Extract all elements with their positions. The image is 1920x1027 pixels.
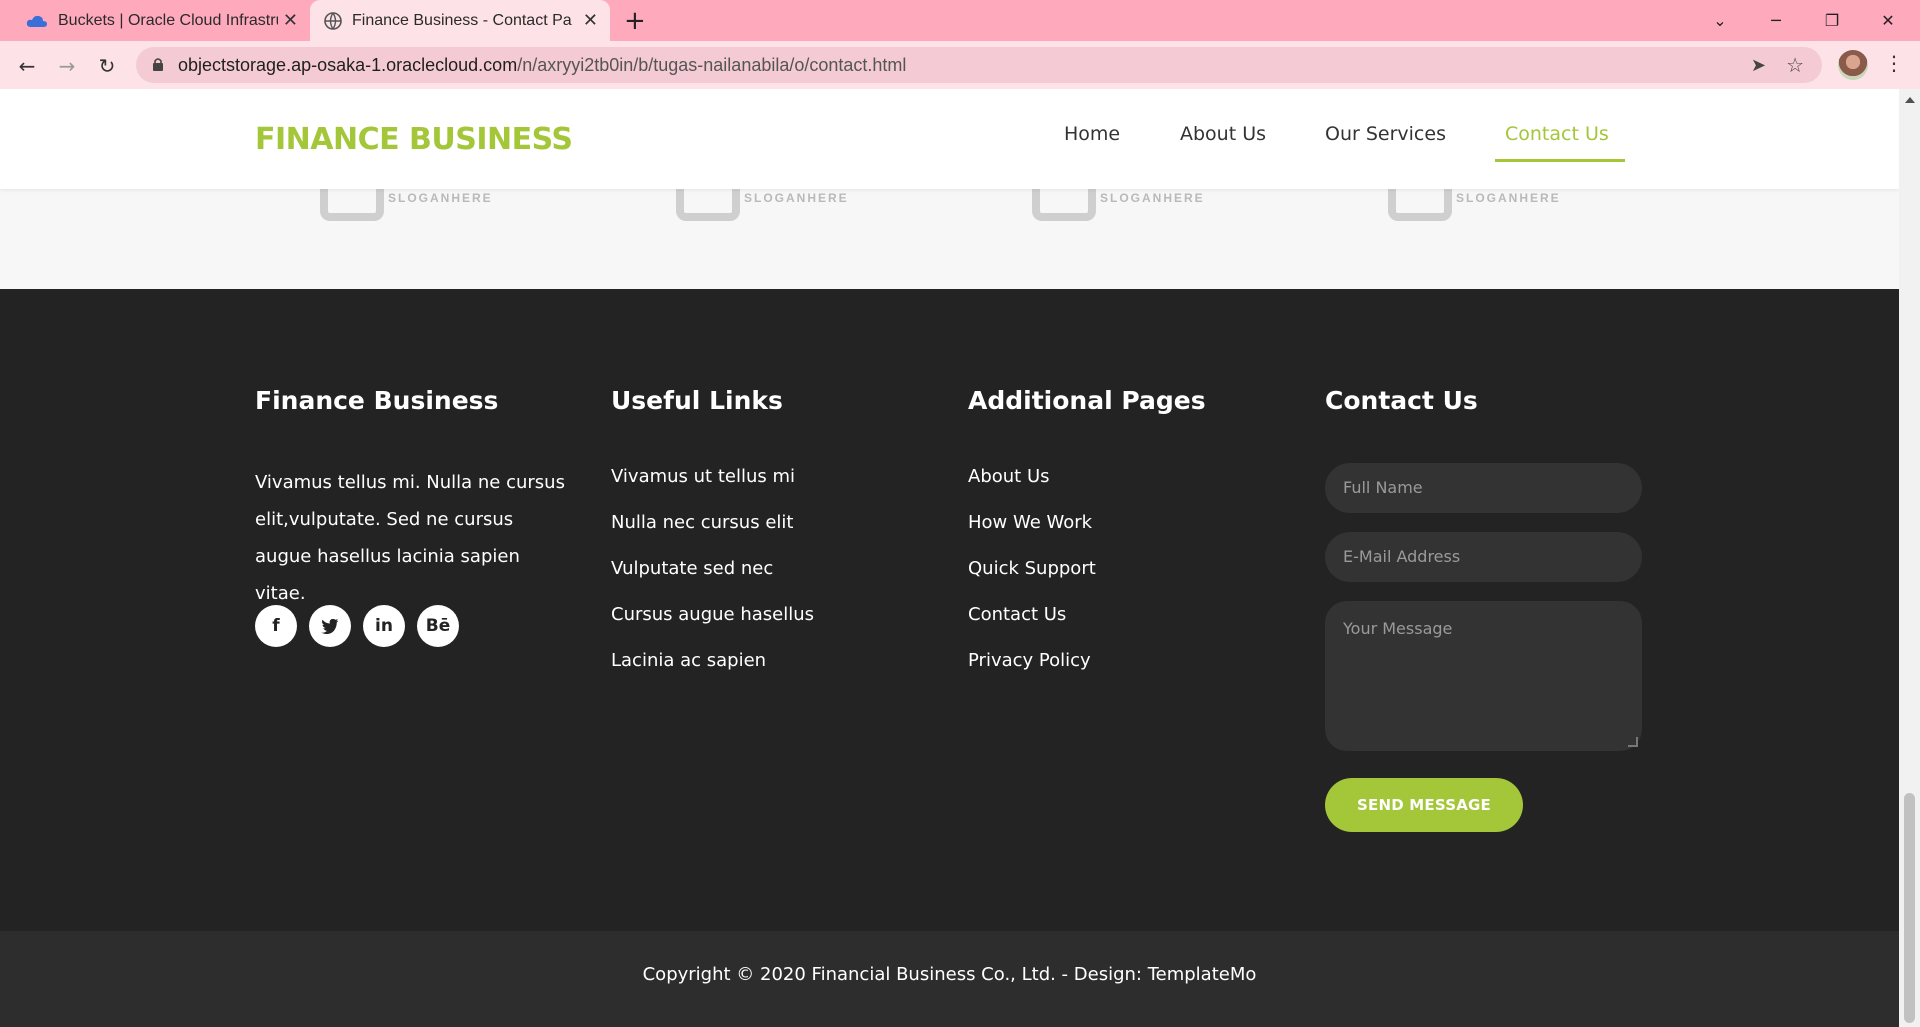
- send-message-button[interactable]: SEND MESSAGE: [1325, 778, 1523, 832]
- tab-search-icon[interactable]: ⌄: [1692, 0, 1748, 41]
- page-viewport: SLOGANHERE SLOGANHERE SLOGANHERE SLOGANH…: [0, 89, 1899, 1027]
- tab-title: Finance Business - Contact Page: [352, 11, 572, 29]
- nav-contact-us[interactable]: Contact Us: [1505, 123, 1609, 145]
- cloud-icon: [26, 15, 47, 27]
- copyright-text: Copyright © 2020 Financial Business Co.,…: [642, 964, 1257, 985]
- footer-link[interactable]: Cursus augue hasellus: [611, 592, 814, 638]
- resize-handle-icon[interactable]: [1628, 737, 1638, 747]
- message-placeholder: Your Message: [1343, 619, 1453, 638]
- linkedin-icon[interactable]: in: [363, 605, 405, 647]
- browser-tab-contact[interactable]: Finance Business - Contact Page ✕: [310, 0, 610, 41]
- bookmark-star-icon[interactable]: ☆: [1786, 53, 1804, 77]
- footer-link[interactable]: Vivamus ut tellus mi: [611, 454, 814, 500]
- footer-link[interactable]: How We Work: [968, 500, 1096, 546]
- new-tab-icon[interactable]: +: [624, 6, 646, 36]
- minimize-icon[interactable]: ─: [1748, 0, 1804, 41]
- footer-link[interactable]: Quick Support: [968, 546, 1096, 592]
- url-text: objectstorage.ap-osaka-1.oraclecloud.com…: [178, 55, 906, 76]
- footer-link[interactable]: Lacinia ac sapien: [611, 638, 814, 684]
- facebook-icon[interactable]: f: [255, 605, 297, 647]
- partner-slogan: SLOGANHERE: [388, 191, 493, 205]
- nav-about-us[interactable]: About Us: [1180, 123, 1266, 145]
- partner-slogan: SLOGANHERE: [1456, 191, 1561, 205]
- footer-about-text: Vivamus tellus mi. Nulla ne cursus elit,…: [255, 472, 565, 604]
- profile-avatar[interactable]: [1838, 50, 1868, 80]
- tab-title: Buckets | Oracle Cloud Infrastruct: [58, 11, 278, 29]
- address-bar[interactable]: objectstorage.ap-osaka-1.oraclecloud.com…: [136, 47, 1822, 83]
- site-logo[interactable]: FINANCE BUSINESS: [255, 122, 573, 157]
- footer-link[interactable]: About Us: [968, 454, 1096, 500]
- footer-link[interactable]: Vulputate sed nec: [611, 546, 814, 592]
- back-icon[interactable]: ←: [12, 51, 42, 81]
- close-icon[interactable]: ✕: [583, 10, 598, 31]
- url-path: /n/axryyi2tb0in/b/tugas-nailanabila/o/co…: [517, 55, 907, 75]
- footer-contact-title: Contact Us: [1325, 386, 1478, 415]
- close-icon[interactable]: ✕: [283, 10, 298, 31]
- scrollbar-thumb[interactable]: [1904, 793, 1915, 1023]
- window-close-icon[interactable]: ✕: [1860, 0, 1916, 41]
- send-icon[interactable]: ➤: [1751, 55, 1766, 76]
- url-host: objectstorage.ap-osaka-1.oraclecloud.com: [178, 55, 518, 75]
- forward-icon[interactable]: →: [52, 51, 82, 81]
- message-textarea[interactable]: Your Message: [1325, 601, 1642, 751]
- footer-additional-pages-title: Additional Pages: [968, 386, 1206, 415]
- lock-icon: [153, 58, 163, 71]
- behance-icon[interactable]: Bē: [417, 605, 459, 647]
- useful-links-list: Vivamus ut tellus mi Nulla nec cursus el…: [611, 454, 814, 684]
- scroll-up-icon[interactable]: [1905, 97, 1915, 103]
- partner-slogan: SLOGANHERE: [744, 191, 849, 205]
- menu-icon[interactable]: ⋮: [1884, 51, 1904, 75]
- copyright-bar: Copyright © 2020 Financial Business Co.,…: [0, 931, 1899, 1027]
- nav-home[interactable]: Home: [1064, 123, 1120, 145]
- browser-toolbar: ← → ↻ objectstorage.ap-osaka-1.oracleclo…: [0, 41, 1920, 89]
- reload-icon[interactable]: ↻: [92, 51, 122, 81]
- full-name-field[interactable]: Full Name: [1325, 463, 1642, 513]
- additional-pages-list: About Us How We Work Quick Support Conta…: [968, 454, 1096, 684]
- footer-link[interactable]: Privacy Policy: [968, 638, 1096, 684]
- restore-icon[interactable]: ❐: [1804, 0, 1860, 41]
- footer-link[interactable]: Nulla nec cursus elit: [611, 500, 814, 546]
- footer-useful-links-title: Useful Links: [611, 386, 783, 415]
- browser-tab-strip: Buckets | Oracle Cloud Infrastruct ✕ Fin…: [0, 0, 1920, 41]
- twitter-icon[interactable]: [309, 605, 351, 647]
- footer-about-title: Finance Business: [255, 386, 499, 415]
- footer-link[interactable]: Contact Us: [968, 592, 1096, 638]
- site-header: FINANCE BUSINESS Home About Us Our Servi…: [0, 89, 1899, 189]
- email-field[interactable]: E-Mail Address: [1325, 532, 1642, 582]
- nav-our-services[interactable]: Our Services: [1325, 123, 1446, 145]
- site-footer: Finance Business Vivamus tellus mi. Null…: [0, 289, 1899, 931]
- partner-slogan: SLOGANHERE: [1100, 191, 1205, 205]
- nav-active-underline: [1495, 159, 1625, 162]
- browser-tab-buckets[interactable]: Buckets | Oracle Cloud Infrastruct ✕: [10, 0, 310, 41]
- globe-icon: [324, 11, 342, 30]
- page-scrollbar[interactable]: [1899, 89, 1920, 1027]
